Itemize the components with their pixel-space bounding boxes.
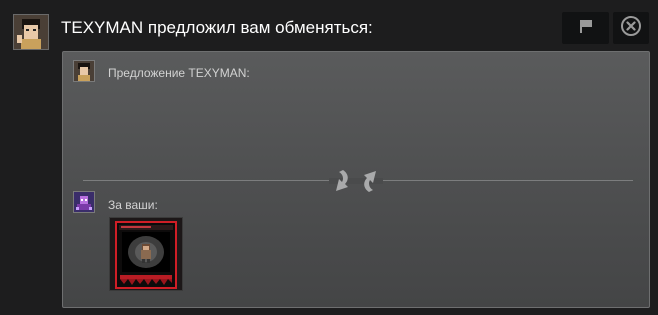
trade-item-card[interactable]	[109, 217, 183, 291]
your-items-label: За ваши:	[108, 198, 158, 212]
report-button[interactable]	[562, 12, 609, 44]
page-title: TEXYMAN предложил вам обменяться:	[61, 18, 373, 37]
close-circle-icon	[620, 15, 642, 42]
flag-icon	[579, 19, 593, 38]
partner-offer-label: Предложение TEXYMAN:	[108, 66, 250, 80]
swap-arrows-icon	[329, 168, 383, 194]
close-button[interactable]	[613, 12, 649, 44]
user-avatar[interactable]	[13, 14, 49, 50]
trade-offer-panel: Предложение TEXYMAN: За ваши:	[62, 51, 650, 308]
card-icon	[110, 218, 182, 290]
your-avatar[interactable]	[73, 191, 95, 213]
partner-avatar[interactable]	[73, 60, 95, 82]
